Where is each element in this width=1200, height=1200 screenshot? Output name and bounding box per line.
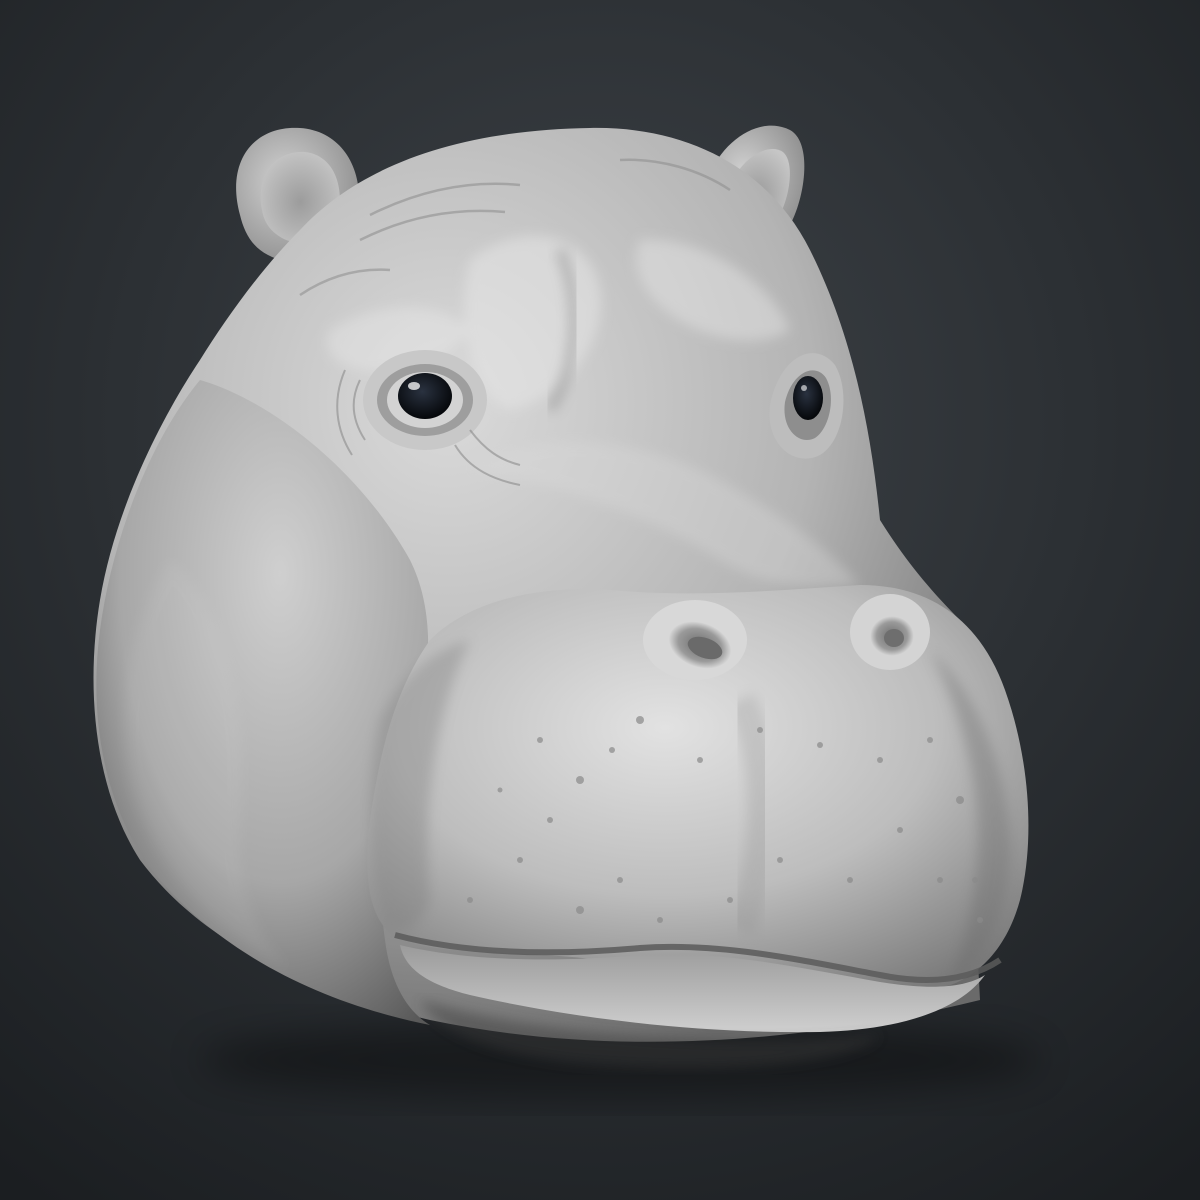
right-eye	[793, 376, 823, 420]
left-eye-highlight	[408, 382, 420, 390]
render-viewport	[0, 0, 1200, 1200]
right-eye-highlight	[801, 385, 807, 391]
left-eye	[398, 373, 452, 419]
left-nostril	[643, 600, 747, 680]
right-nostril	[850, 594, 930, 670]
hippo-sculpt-render	[0, 0, 1200, 1200]
